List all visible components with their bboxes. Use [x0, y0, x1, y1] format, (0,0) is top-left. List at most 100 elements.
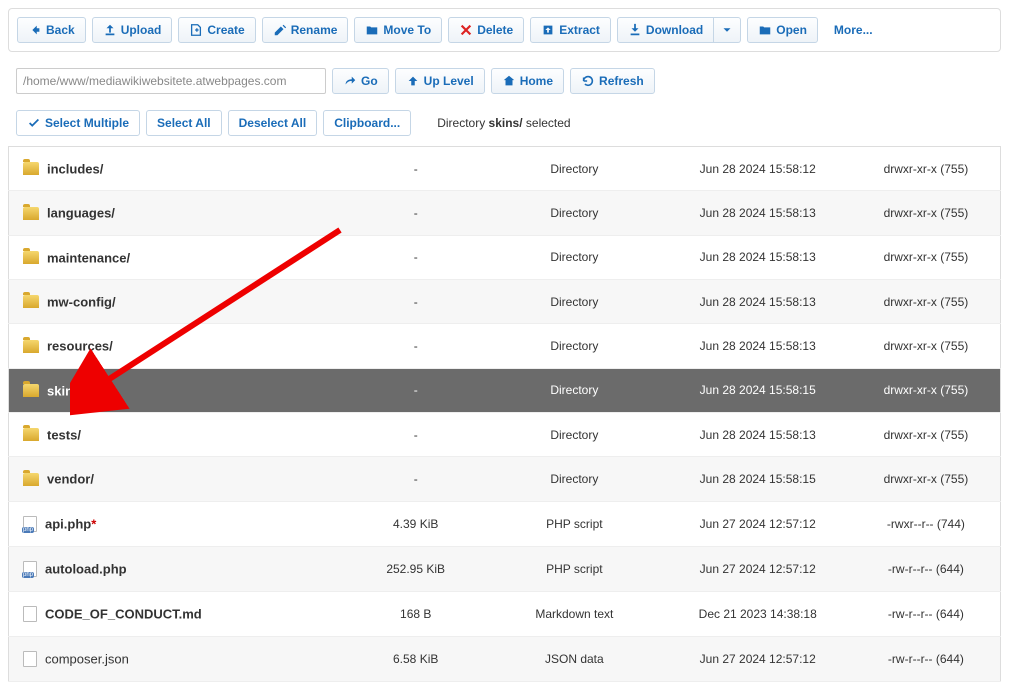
clipboard-button[interactable]: Clipboard... — [323, 110, 411, 136]
file-name: api.php — [45, 516, 91, 531]
table-row[interactable]: CODE_OF_CONDUCT.md168 BMarkdown textDec … — [9, 591, 1001, 636]
more-button[interactable]: More... — [824, 17, 883, 43]
home-button[interactable]: Home — [491, 68, 564, 94]
file-perm: drwxr-xr-x (755) — [852, 191, 1001, 235]
file-perm: -rw-r--r-- (644) — [852, 546, 1001, 591]
refresh-icon — [581, 74, 595, 88]
selection-status: Directory skins/ selected — [437, 116, 570, 130]
file-perm: -rwxr--r-- (744) — [852, 501, 1001, 546]
chevron-down-icon — [720, 23, 734, 37]
create-icon — [189, 23, 203, 37]
file-name: composer.json — [45, 651, 129, 666]
folder-icon — [23, 207, 39, 220]
file-perm: drwxr-xr-x (755) — [852, 324, 1001, 368]
extract-button[interactable]: Extract — [530, 17, 611, 43]
file-size: - — [346, 191, 485, 235]
table-row[interactable]: languages/ -DirectoryJun 28 2024 15:58:13… — [9, 191, 1001, 235]
php-file-icon — [23, 561, 37, 577]
file-type: Directory — [485, 412, 664, 456]
file-perm: drwxr-xr-x (755) — [852, 279, 1001, 323]
main-toolbar: Back Upload Create Rename Move To Delete… — [8, 8, 1001, 52]
file-name: tests/ — [47, 427, 81, 442]
php-file-icon — [23, 516, 37, 532]
go-button[interactable]: Go — [332, 68, 389, 94]
file-name: vendor/ — [47, 472, 94, 487]
file-size: - — [346, 235, 485, 279]
select-all-button[interactable]: Select All — [146, 110, 222, 136]
file-perm: drwxr-xr-x (755) — [852, 457, 1001, 501]
file-type: Directory — [485, 324, 664, 368]
file-name: skins/ — [47, 383, 84, 398]
table-row[interactable]: skins/-DirectoryJun 28 2024 15:58:15drwx… — [9, 368, 1001, 412]
file-type: JSON data — [485, 636, 664, 681]
table-row[interactable]: api.php*4.39 KiBPHP scriptJun 27 2024 12… — [9, 501, 1001, 546]
file-date: Jun 27 2024 12:57:12 — [664, 636, 852, 681]
table-row[interactable]: includes/-DirectoryJun 28 2024 15:58:12d… — [9, 147, 1001, 191]
home-icon — [502, 74, 516, 88]
rename-button[interactable]: Rename — [262, 17, 349, 43]
table-row[interactable]: composer.json 6.58 KiBJSON dataJun 27 202… — [9, 636, 1001, 681]
path-input[interactable] — [16, 68, 326, 94]
open-icon — [758, 23, 772, 37]
back-button[interactable]: Back — [17, 17, 86, 43]
file-perm: -rw-r--r-- (644) — [852, 591, 1001, 636]
file-type: Directory — [485, 457, 664, 501]
folder-icon — [23, 162, 39, 175]
file-type: Directory — [485, 191, 664, 235]
file-type: Directory — [485, 368, 664, 412]
file-table: includes/-DirectoryJun 28 2024 15:58:12d… — [8, 146, 1001, 682]
deselect-all-button[interactable]: Deselect All — [228, 110, 318, 136]
file-date: Jun 28 2024 15:58:15 — [664, 457, 852, 501]
folder-icon — [23, 251, 39, 264]
file-size: 252.95 KiB — [346, 546, 485, 591]
file-size: - — [346, 412, 485, 456]
upload-icon — [103, 23, 117, 37]
download-button[interactable]: Download — [617, 17, 714, 43]
table-row[interactable]: mw-config/-DirectoryJun 28 2024 15:58:13… — [9, 279, 1001, 323]
folder-icon — [23, 295, 39, 308]
file-size: - — [346, 368, 485, 412]
file-size: 168 B — [346, 591, 485, 636]
check-icon — [27, 116, 41, 130]
up-icon — [406, 74, 420, 88]
refresh-button[interactable]: Refresh — [570, 68, 655, 94]
uplevel-button[interactable]: Up Level — [395, 68, 485, 94]
table-row[interactable]: resources/ -DirectoryJun 28 2024 15:58:13… — [9, 324, 1001, 368]
open-button[interactable]: Open — [747, 17, 818, 43]
file-name: includes/ — [47, 161, 103, 176]
download-icon — [628, 23, 642, 37]
go-icon — [343, 74, 357, 88]
folder-icon — [23, 340, 39, 353]
file-icon — [23, 651, 37, 667]
create-button[interactable]: Create — [178, 17, 255, 43]
table-row[interactable]: maintenance/-DirectoryJun 28 2024 15:58:… — [9, 235, 1001, 279]
folder-icon — [23, 473, 39, 486]
download-dropdown[interactable] — [714, 17, 741, 43]
upload-button[interactable]: Upload — [92, 17, 173, 43]
file-name: maintenance/ — [47, 250, 130, 265]
table-row[interactable]: tests/-DirectoryJun 28 2024 15:58:13drwx… — [9, 412, 1001, 456]
table-row[interactable]: autoload.php252.95 KiBPHP scriptJun 27 2… — [9, 546, 1001, 591]
file-date: Jun 28 2024 15:58:13 — [664, 324, 852, 368]
file-date: Dec 21 2023 14:38:18 — [664, 591, 852, 636]
file-size: - — [346, 279, 485, 323]
file-perm: -rw-r--r-- (644) — [852, 636, 1001, 681]
file-perm: drwxr-xr-x (755) — [852, 412, 1001, 456]
file-name: resources/ — [47, 339, 113, 354]
file-size: - — [346, 324, 485, 368]
extract-icon — [541, 23, 555, 37]
delete-button[interactable]: Delete — [448, 17, 524, 43]
path-bar: Go Up Level Home Refresh — [8, 64, 1001, 98]
table-row[interactable]: vendor/-DirectoryJun 28 2024 15:58:15drw… — [9, 457, 1001, 501]
file-date: Jun 28 2024 15:58:13 — [664, 191, 852, 235]
file-name: languages/ — [47, 206, 115, 221]
file-perm: drwxr-xr-x (755) — [852, 147, 1001, 191]
file-date: Jun 28 2024 15:58:13 — [664, 235, 852, 279]
file-icon — [23, 606, 37, 622]
select-multiple-button[interactable]: Select Multiple — [16, 110, 140, 136]
folder-icon — [23, 384, 39, 397]
file-type: PHP script — [485, 501, 664, 546]
moveto-button[interactable]: Move To — [354, 17, 442, 43]
file-name: CODE_OF_CONDUCT.md — [45, 606, 202, 621]
file-size: 6.58 KiB — [346, 636, 485, 681]
